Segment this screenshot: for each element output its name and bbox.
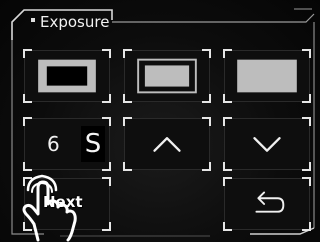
chevron-up-icon [153, 137, 181, 152]
exposure-large-button[interactable] [23, 49, 111, 103]
return-arrow-icon [255, 191, 285, 213]
medium-rectangle-icon [137, 58, 197, 94]
chevron-down-icon [253, 137, 281, 152]
exposure-medium-button[interactable] [123, 49, 211, 103]
exposure-screen: Exposure 6 S Next [0, 0, 320, 242]
pointing-hand-icon [22, 174, 77, 242]
back-button[interactable] [223, 177, 311, 231]
panel-title: Exposure [40, 13, 110, 31]
exposure-time-display[interactable]: 6 S [23, 117, 111, 171]
exposure-full-button[interactable] [223, 49, 311, 103]
exposure-time-value: 6 [47, 132, 60, 156]
full-rectangle-icon [237, 59, 297, 93]
large-rectangle-icon [38, 59, 96, 93]
increase-button[interactable] [123, 117, 211, 171]
decrease-button[interactable] [223, 117, 311, 171]
exposure-time-unit: S [81, 126, 105, 162]
